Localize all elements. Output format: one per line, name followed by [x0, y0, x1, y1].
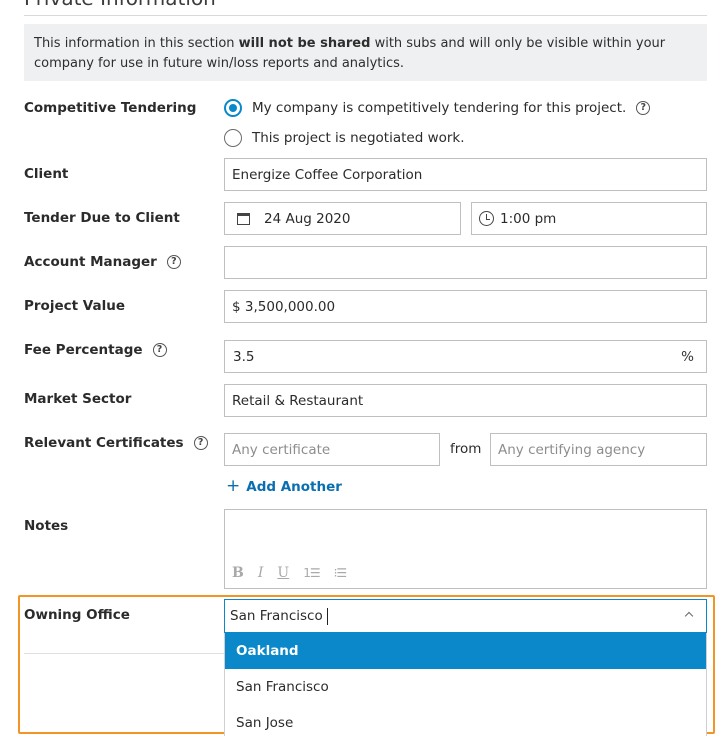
account-manager-label-text: Account Manager [24, 254, 157, 270]
radio-button-unchecked[interactable] [224, 129, 242, 147]
project-value-input[interactable]: $ 3,500,000.00 [224, 290, 707, 323]
relevant-certificates-label: Relevant Certificates? [24, 435, 208, 451]
tender-date-input[interactable]: 24 Aug 2020 [224, 202, 461, 235]
dropdown-option-san-jose[interactable]: San Jose [225, 705, 706, 736]
radio-negotiated[interactable]: This project is negotiated work. [224, 129, 465, 147]
dropdown-option-san-francisco[interactable]: San Francisco [225, 669, 706, 705]
help-icon[interactable]: ? [636, 101, 651, 115]
clock-icon[interactable] [479, 211, 494, 226]
text-caret [326, 607, 328, 625]
notes-label-text: Notes [24, 518, 69, 534]
tender-time-value: 1:00 pm [500, 210, 557, 227]
plus-icon: + [226, 476, 241, 496]
chevron-up-icon[interactable] [684, 611, 694, 621]
competitive-tendering-label: Competitive Tendering [24, 100, 196, 116]
add-another-link[interactable]: + Add Another [226, 478, 342, 495]
market-sector-value: Retail & Restaurant [232, 392, 364, 409]
help-icon[interactable]: ? [166, 255, 181, 269]
tender-due-label-text: Tender Due to Client [24, 210, 180, 226]
market-sector-label-text: Market Sector [24, 391, 132, 407]
owning-office-label-text: Owning Office [24, 607, 130, 623]
tender-due-label: Tender Due to Client [24, 210, 180, 226]
project-value-label: Project Value [24, 298, 125, 314]
project-value-value: $ 3,500,000.00 [232, 298, 336, 315]
radio-negotiated-label: This project is negotiated work. [252, 130, 465, 146]
client-label-text: Client [24, 166, 69, 182]
account-manager-label: Account Manager? [24, 254, 181, 270]
notes-toolbar: B I U 1☰ ⁝☰ [232, 565, 360, 581]
from-text: from [450, 441, 482, 457]
underline-icon[interactable]: U [277, 565, 289, 581]
italic-icon[interactable]: I [258, 565, 264, 581]
account-manager-input[interactable] [224, 246, 707, 279]
fee-percentage-value: 3.5 [233, 348, 255, 365]
owning-office-dropdown: Oakland San Francisco San Jose [224, 633, 707, 736]
client-value: Energize Coffee Corporation [232, 166, 423, 183]
market-sector-input[interactable]: Retail & Restaurant [224, 384, 707, 417]
add-another-label: Add Another [246, 478, 342, 495]
calendar-icon[interactable] [237, 212, 250, 225]
market-sector-label: Market Sector [24, 391, 131, 407]
tender-time-input[interactable]: 1:00 pm [471, 202, 707, 235]
client-input[interactable]: Energize Coffee Corporation [224, 158, 707, 191]
bold-icon[interactable]: B [232, 565, 244, 581]
privacy-notice: This information in this section will no… [24, 24, 707, 81]
radio-competitive-label: My company is competitively tendering fo… [252, 100, 627, 116]
fee-percentage-label-text: Fee Percentage [24, 342, 143, 358]
owning-office-label: Owning Office [24, 607, 130, 623]
dropdown-option-oakland[interactable]: Oakland [225, 633, 706, 669]
percent-suffix: % [681, 348, 694, 365]
certificate-placeholder: Any certificate [232, 441, 331, 458]
project-value-label-text: Project Value [24, 298, 125, 314]
certificate-input[interactable]: Any certificate [224, 433, 440, 466]
help-icon[interactable]: ? [193, 436, 208, 450]
agency-placeholder: Any certifying agency [498, 441, 646, 458]
radio-competitive[interactable]: My company is competitively tendering fo… [224, 99, 651, 117]
competitive-tendering-label-text: Competitive Tendering [24, 100, 197, 116]
help-icon[interactable]: ? [152, 343, 167, 357]
radio-button-checked[interactable] [224, 99, 242, 117]
relevant-certificates-label-text: Relevant Certificates [24, 435, 184, 451]
notice-text: This information in this section [34, 36, 239, 51]
notes-label: Notes [24, 518, 68, 534]
client-label: Client [24, 166, 68, 182]
certifying-agency-input[interactable]: Any certifying agency [490, 433, 707, 466]
section-title: Private Information [24, 0, 216, 10]
title-divider [24, 15, 707, 16]
bullet-list-icon[interactable]: ⁝☰ [334, 566, 348, 580]
owning-office-combobox[interactable]: San Francisco [224, 599, 707, 633]
fee-percentage-input[interactable]: 3.5 % [224, 340, 707, 373]
tender-date-value: 24 Aug 2020 [264, 210, 351, 227]
fee-percentage-label: Fee Percentage? [24, 342, 167, 358]
owning-office-input-value: San Francisco [230, 608, 323, 624]
notice-emphasis: will not be shared [238, 36, 371, 51]
ordered-list-icon[interactable]: 1☰ [303, 566, 320, 580]
